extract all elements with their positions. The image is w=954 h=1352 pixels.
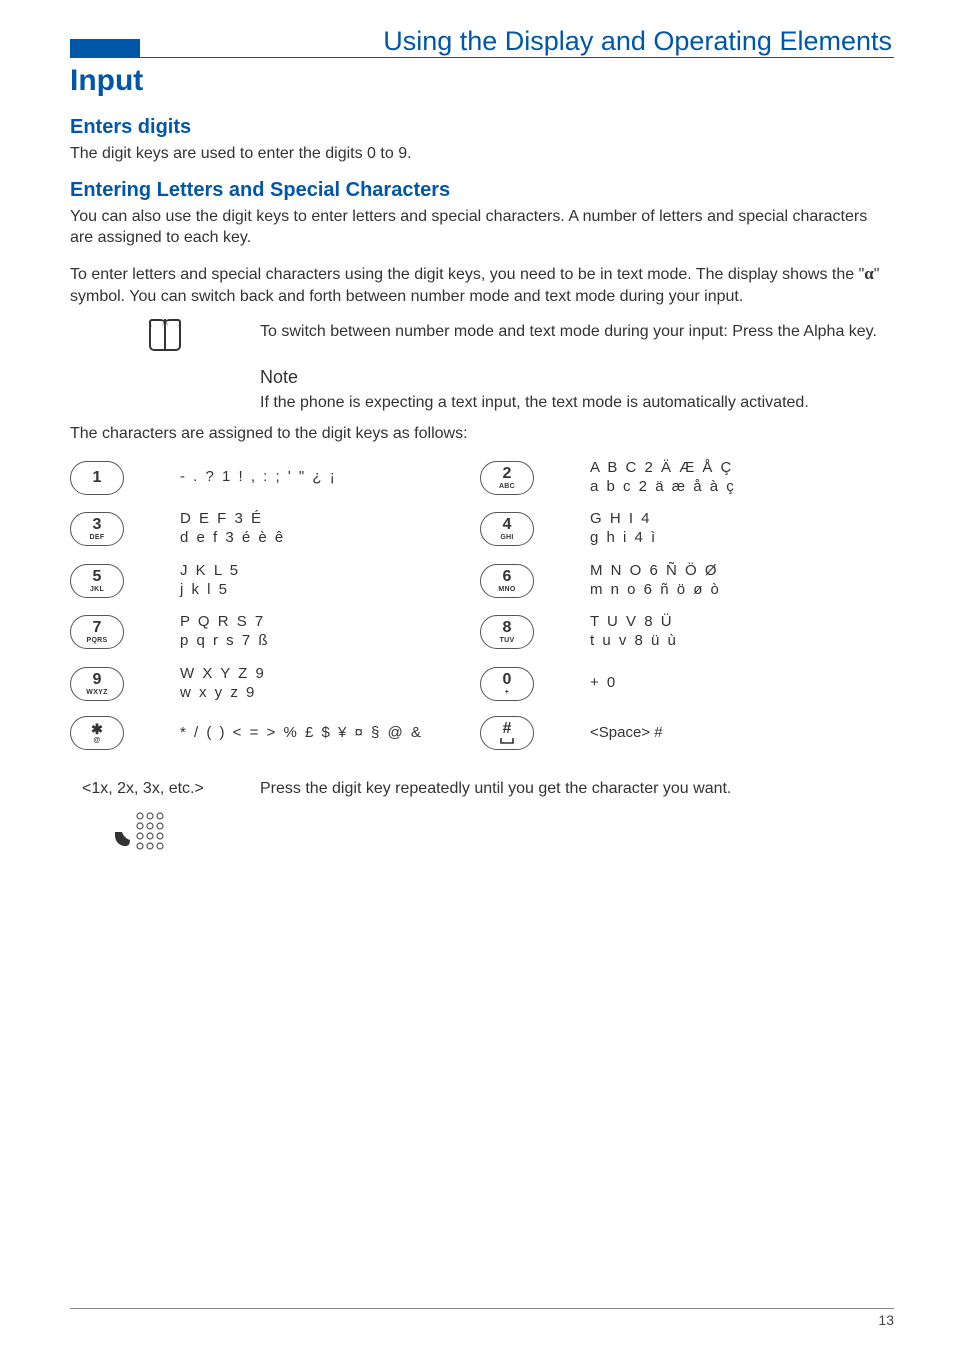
section-enters-digits: Enters digits bbox=[70, 116, 894, 139]
chapter-title: Using the Display and Operating Elements bbox=[383, 26, 894, 57]
key-3-chars: D E F 3 É d e f 3 é è ê bbox=[180, 510, 480, 548]
alpha-key-instruction: To switch between number mode and text m… bbox=[260, 321, 894, 343]
key-5: 5 JKL bbox=[70, 564, 124, 598]
key-3: 3 DEF bbox=[70, 512, 124, 546]
key-5-chars: J K L 5 j k l 5 bbox=[180, 562, 480, 600]
key-6-chars: M N O 6 Ñ Ö Ø m n o 6 ñ ö ø ò bbox=[590, 562, 890, 600]
key-star: ✱ @ bbox=[70, 716, 124, 750]
key-hash: # bbox=[480, 716, 534, 750]
enters-digits-text: The digit keys are used to enter the dig… bbox=[70, 143, 894, 165]
keypad-sketch-icon bbox=[112, 802, 172, 855]
key-1: 1 bbox=[70, 461, 124, 495]
press-instruction-row: <1x, 2x, 3x, etc.> Press the digit k bbox=[70, 780, 894, 855]
section-entering-letters: Entering Letters and Special Characters bbox=[70, 179, 894, 202]
key-9-chars: W X Y Z 9 w x y z 9 bbox=[180, 665, 480, 703]
press-count-label: <1x, 2x, 3x, etc.> bbox=[82, 780, 204, 797]
chapter-header: Using the Display and Operating Elements bbox=[70, 30, 894, 58]
note-text: If the phone is expecting a text input, … bbox=[260, 392, 894, 414]
key-8: 8 TUV bbox=[480, 615, 534, 649]
alpha-key-instruction-row: To switch between number mode and text m… bbox=[70, 321, 894, 351]
press-instruction-text: Press the digit key repeatedly until you… bbox=[260, 780, 731, 798]
key-1-chars: - . ? 1 ! , : ; ' " ¿ ¡ bbox=[180, 468, 480, 487]
key-4: 4 GHI bbox=[480, 512, 534, 546]
key-6: 6 MNO bbox=[480, 564, 534, 598]
key-2: 2 ABC bbox=[480, 461, 534, 495]
page-title: Input bbox=[70, 64, 894, 98]
key-8-chars: T U V 8 Ü t u v 8 ü ù bbox=[590, 613, 890, 651]
note-row: Note If the phone is expecting a text in… bbox=[70, 361, 894, 413]
key-4-chars: G H I 4 g h i 4 ì bbox=[590, 510, 890, 548]
p2-part-a: To enter letters and special characters … bbox=[70, 266, 864, 283]
key-7-chars: P Q R S 7 p q r s 7 ß bbox=[180, 613, 480, 651]
note-title: Note bbox=[260, 365, 894, 389]
entering-letters-p1: You can also use the digit keys to enter… bbox=[70, 206, 894, 249]
key-assignment-grid: 1 - . ? 1 ! , : ; ' " ¿ ¡ 2 ABC A B C 2 … bbox=[70, 459, 894, 751]
header-accent-bar bbox=[70, 39, 140, 57]
key-2-chars: A B C 2 Ä Æ Å Ç a b c 2 ä æ å à ç bbox=[590, 459, 890, 497]
book-icon-cell bbox=[70, 321, 260, 351]
space-symbol-icon bbox=[500, 737, 514, 745]
key-0-chars: + 0 bbox=[590, 674, 890, 693]
key-7: 7 PQRS bbox=[70, 615, 124, 649]
page-number: 13 bbox=[70, 1308, 894, 1328]
key-star-chars: * / ( ) < = > % £ $ ¥ ¤ § @ & bbox=[180, 724, 480, 743]
key-9: 9 WXYZ bbox=[70, 667, 124, 701]
entering-letters-p2: To enter letters and special characters … bbox=[70, 263, 894, 308]
alpha-symbol: α bbox=[864, 264, 874, 283]
book-icon bbox=[149, 325, 181, 351]
assignment-intro: The characters are assigned to the digit… bbox=[70, 423, 894, 445]
key-hash-chars: <Space> # bbox=[590, 724, 890, 743]
key-0: 0 + bbox=[480, 667, 534, 701]
